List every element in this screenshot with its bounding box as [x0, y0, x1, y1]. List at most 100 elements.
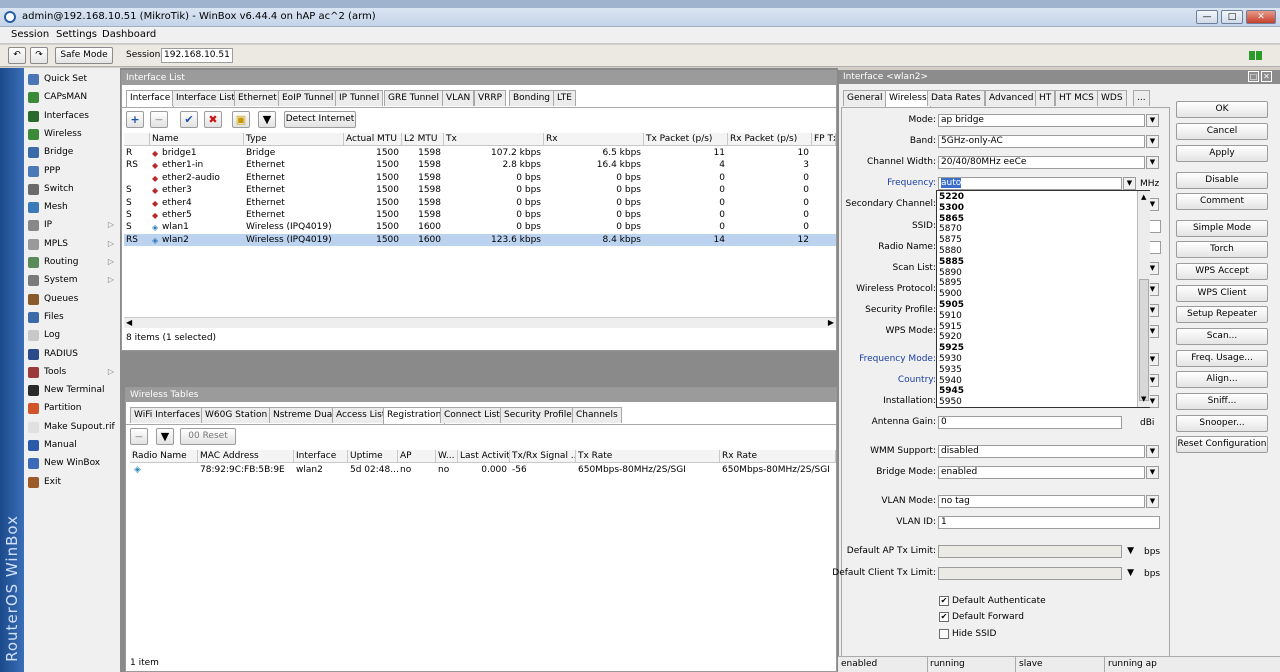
tab[interactable]: WDS: [1097, 90, 1127, 106]
sidebar-item[interactable]: System ▷: [28, 271, 118, 289]
dialog-button[interactable]: Sniff...: [1176, 393, 1268, 410]
tab[interactable]: Security Profiles: [500, 407, 581, 423]
tab[interactable]: W60G Station: [201, 407, 272, 423]
tab[interactable]: Registration: [383, 407, 446, 424]
dropdown-arrow-icon[interactable]: ▼: [1124, 567, 1134, 580]
dropdown-arrow-icon[interactable]: ▼: [1124, 545, 1134, 558]
tab[interactable]: Bonding: [509, 90, 555, 106]
tab[interactable]: Connect List: [440, 407, 504, 423]
dialog-button[interactable]: Apply: [1176, 145, 1268, 162]
default-client-tx-limit-field[interactable]: [938, 567, 1122, 580]
column-header[interactable]: Name: [150, 133, 244, 146]
sidebar-item[interactable]: CAPsMAN: [28, 88, 118, 106]
frequency-option[interactable]: 5910: [939, 311, 1129, 322]
column-header[interactable]: Tx Rate: [576, 450, 720, 463]
frequency-field[interactable]: auto: [938, 177, 1122, 190]
default-forward-checkbox[interactable]: ✔: [939, 612, 949, 622]
dialog-button[interactable]: Scan...: [1176, 328, 1268, 345]
column-header[interactable]: W...: [436, 450, 458, 463]
table-row[interactable]: ◈ 78:92:9C:FB:5B:9E wlan2 5d 02:48... no no 0.…: [130, 464, 836, 476]
menu-settings[interactable]: Settings: [56, 29, 97, 40]
sidebar-item[interactable]: Routing ▷: [28, 253, 118, 271]
dialog-button[interactable]: WPS Accept: [1176, 263, 1268, 280]
frequency-dropdown-list[interactable]: 5220 5300 5865 5870 5875 5880 5885 5890 5895 5900…: [936, 190, 1150, 408]
dropdown-scrollbar[interactable]: ▲ ▼: [1137, 191, 1150, 407]
mode-dropdown-icon[interactable]: ▼: [1146, 114, 1159, 127]
tab[interactable]: Channels: [572, 407, 622, 423]
table-row[interactable]: S ◆ ether5 Ethernet 1500 1598 0 bps 0 bps 0 0: [124, 209, 836, 221]
column-header[interactable]: Interface: [294, 450, 348, 463]
frequency-option[interactable]: 5870: [939, 224, 1129, 235]
bridge-mode-dropdown-icon[interactable]: ▼: [1146, 466, 1159, 479]
table-row[interactable]: RS ◈ wlan2 Wireless (IPQ4019) 1500 1600 123.6 …: [124, 233, 836, 246]
bridge-mode-field[interactable]: enabled: [938, 466, 1145, 479]
mode-field[interactable]: ap bridge: [938, 114, 1145, 127]
add-icon[interactable]: +: [126, 111, 144, 128]
table-row[interactable]: S ◆ ether4 Ethernet 1500 1598 0 bps 0 bps 0 0: [124, 197, 836, 209]
dialog-button[interactable]: OK: [1176, 101, 1268, 118]
filter-icon[interactable]: ▼: [156, 428, 174, 445]
frequency-dropdown-icon[interactable]: ▼: [1123, 177, 1136, 190]
column-header[interactable]: Tx/Rx Signal ...: [510, 450, 576, 463]
minimize-button[interactable]: —: [1196, 10, 1218, 24]
sidebar-item[interactable]: New WinBox: [28, 454, 118, 472]
frequency-option[interactable]: 5300: [939, 203, 1129, 214]
sidebar-item[interactable]: MPLS ▷: [28, 235, 118, 253]
frequency-option[interactable]: 5940: [939, 376, 1129, 387]
reset-button[interactable]: 00 Reset: [180, 428, 236, 445]
frequency-option[interactable]: 5920: [939, 332, 1129, 343]
frequency-option[interactable]: 5220: [939, 192, 1129, 203]
dialog-restore-button[interactable]: □: [1248, 71, 1259, 82]
remove-icon[interactable]: −: [130, 428, 148, 445]
band-field[interactable]: 5GHz-only-AC: [938, 135, 1145, 148]
frequency-option[interactable]: 5935: [939, 365, 1129, 376]
channel-width-dropdown-icon[interactable]: ▼: [1146, 156, 1159, 169]
sidebar-item[interactable]: Quick Set: [28, 70, 118, 88]
close-button[interactable]: ✕: [1246, 10, 1276, 24]
session-field[interactable]: 192.168.10.51: [161, 48, 233, 63]
horizontal-scrollbar[interactable]: ◀ ▶: [124, 317, 836, 328]
sidebar-item[interactable]: Files: [28, 308, 118, 326]
sidebar-item[interactable]: Make Supout.rif: [28, 418, 118, 436]
frequency-option[interactable]: 5890: [939, 268, 1129, 279]
sidebar-item[interactable]: IP ▷: [28, 216, 118, 234]
tab[interactable]: HT: [1035, 90, 1056, 106]
frequency-option[interactable]: 5900: [939, 289, 1129, 300]
sidebar-item[interactable]: Interfaces: [28, 107, 118, 125]
column-header[interactable]: Tx Packet (p/s): [644, 133, 728, 146]
enable-check-icon[interactable]: ✔: [180, 111, 198, 128]
vlan-mode-dropdown-icon[interactable]: ▼: [1146, 495, 1159, 508]
tab[interactable]: IP Tunnel: [335, 90, 384, 106]
frequency-option[interactable]: 5930: [939, 354, 1129, 365]
menu-dashboard[interactable]: Dashboard: [102, 29, 156, 40]
frequency-option[interactable]: 5880: [939, 246, 1129, 257]
tab[interactable]: General: [843, 90, 887, 106]
frequency-option[interactable]: 5945: [939, 386, 1129, 397]
tab[interactable]: Ethernet: [234, 90, 281, 106]
filter-icon[interactable]: ▼: [258, 111, 276, 128]
tab[interactable]: ...: [1133, 90, 1150, 106]
sidebar-item[interactable]: Mesh: [28, 198, 118, 216]
dialog-close-button[interactable]: ✕: [1261, 71, 1272, 82]
tab[interactable]: WiFi Interfaces: [130, 407, 205, 423]
tab[interactable]: VLAN: [442, 90, 475, 106]
sidebar-item[interactable]: Queues: [28, 290, 118, 308]
sidebar-item[interactable]: Tools ▷: [28, 363, 118, 381]
dialog-button[interactable]: Simple Mode: [1176, 220, 1268, 237]
safe-mode-button[interactable]: Safe Mode: [55, 47, 113, 64]
menu-session[interactable]: Session: [11, 29, 49, 40]
tab[interactable]: Interface: [126, 90, 175, 107]
dialog-button[interactable]: Align...: [1176, 371, 1268, 388]
vlan-mode-field[interactable]: no tag: [938, 495, 1145, 508]
channel-width-field[interactable]: 20/40/80MHz eeCe: [938, 156, 1145, 169]
dialog-button[interactable]: WPS Client: [1176, 285, 1268, 302]
sidebar-item[interactable]: Exit: [28, 473, 118, 491]
column-header[interactable]: Uptime: [348, 450, 398, 463]
dialog-button[interactable]: Torch: [1176, 241, 1268, 258]
tab[interactable]: HT MCS: [1055, 90, 1098, 106]
tab[interactable]: Data Rates: [927, 90, 985, 106]
tab[interactable]: VRRP: [474, 90, 507, 106]
detect-internet-button[interactable]: Detect Internet: [284, 111, 356, 128]
sidebar-item[interactable]: PPP: [28, 162, 118, 180]
column-header[interactable]: Actual MTU: [344, 133, 402, 146]
